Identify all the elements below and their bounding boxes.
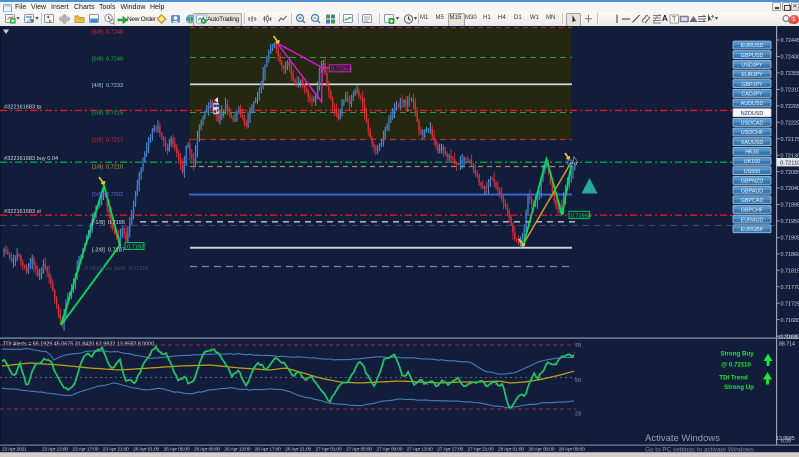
svg-text:#322161683 tp: #322161683 tp	[4, 105, 41, 111]
svg-text:GBPAUD: GBPAUD	[741, 188, 763, 194]
svg-text:[5/8] 0.7240: [5/8] 0.7240	[92, 57, 123, 63]
svg-text:0.72364: 0.72364	[331, 67, 351, 73]
svg-text:GBPCHF: GBPCHF	[741, 208, 764, 214]
svg-text:EURJPY: EURJPY	[741, 72, 763, 78]
svg-text:CADJPY: CADJPY	[741, 92, 763, 98]
svg-text:0.72445: 0.72445	[781, 38, 799, 44]
svg-text:23: 23	[575, 412, 581, 418]
svg-text:0.72040: 0.72040	[781, 186, 799, 192]
svg-text:[2/8] 0.7217: [2/8] 0.7217	[92, 138, 123, 144]
svg-text:0.7197: 0.7197	[127, 244, 144, 250]
svg-text:0.71958: 0.71958	[571, 213, 591, 219]
svg-text:78: 78	[575, 343, 581, 349]
svg-text:0.72110: 0.72110	[780, 161, 799, 167]
svg-text:0.71725: 0.71725	[781, 301, 799, 307]
svg-text:0.78 Figure (bell) 0.71816: 0.78 Figure (bell) 0.71816	[85, 266, 148, 272]
svg-text:0.72400: 0.72400	[781, 55, 799, 61]
svg-text:#322161683 buy 0.04: #322161683 buy 0.04	[4, 156, 58, 162]
svg-text:[4/8] 0.7233: [4/8] 0.7233	[92, 83, 123, 89]
svg-text:T: T	[672, 17, 677, 24]
svg-text:Strong Up: Strong Up	[724, 384, 754, 391]
svg-text:0.71860: 0.71860	[781, 252, 799, 258]
svg-text:AUDUSD: AUDUSD	[741, 101, 764, 107]
svg-text:0.71815: 0.71815	[781, 269, 799, 275]
svg-text:TDI Trend: TDI Trend	[719, 375, 748, 382]
svg-text:EURGBP: EURGBP	[741, 227, 764, 233]
svg-text:GBPNZD: GBPNZD	[741, 179, 764, 185]
svg-text:UK100: UK100	[744, 159, 760, 165]
svg-text:0.72265: 0.72265	[781, 104, 799, 110]
svg-text:[0/8] 0.7202: [0/8] 0.7202	[92, 192, 123, 198]
svg-text:GBPJPY: GBPJPY	[741, 82, 763, 88]
svg-text:USDCAD: USDCAD	[741, 121, 764, 127]
svg-text:[1/8] 0.7210: [1/8] 0.7210	[92, 165, 123, 171]
svg-text:[3/8] 0.7225: [3/8] 0.7225	[92, 111, 123, 117]
svg-text:USDCHF: USDCHF	[741, 130, 764, 136]
svg-text:50: 50	[575, 378, 581, 384]
svg-text:[-2/8] 0.7187: [-2/8] 0.7187	[92, 248, 125, 254]
svg-text:0.72085: 0.72085	[781, 170, 799, 176]
svg-text:0.71635: 0.71635	[779, 335, 798, 341]
svg-text:GBPUSD: GBPUSD	[741, 53, 764, 59]
svg-text:0.71770: 0.71770	[781, 285, 799, 291]
svg-text:XAUUSD: XAUUSD	[741, 140, 764, 146]
svg-text:GBPCAD: GBPCAD	[741, 198, 764, 204]
svg-text:0.72355: 0.72355	[781, 71, 799, 77]
svg-text:@ 0.72110: @ 0.72110	[721, 362, 751, 369]
svg-text:Strong Buy: Strong Buy	[720, 351, 754, 358]
svg-text:EURUSD: EURUSD	[741, 43, 764, 49]
svg-text:EURAUD: EURAUD	[741, 217, 764, 223]
svg-text:#322161683 sl: #322161683 sl	[4, 209, 41, 215]
svg-text:USDJPY: USDJPY	[741, 63, 763, 69]
svg-text:0.71950: 0.71950	[781, 219, 799, 225]
svg-text:0.72175: 0.72175	[781, 137, 799, 143]
svg-text:Activate Windows: Activate Windows	[645, 433, 720, 444]
svg-text:0.71995: 0.71995	[781, 203, 799, 209]
svg-text:US500: US500	[744, 169, 760, 175]
svg-text:[-1/8] 0.7195: [-1/8] 0.7195	[92, 220, 125, 226]
svg-text:0.71680: 0.71680	[781, 318, 799, 324]
svg-text:HK30: HK30	[745, 150, 759, 156]
svg-text:8.05: 8.05	[781, 439, 791, 445]
svg-text:NZDUSD: NZDUSD	[741, 111, 764, 117]
svg-text:88.714: 88.714	[779, 342, 795, 348]
svg-text:0.71905: 0.71905	[781, 236, 799, 242]
svg-text:[6/8] 0.7248: [6/8] 0.7248	[92, 30, 123, 36]
svg-text:0.72220: 0.72220	[781, 121, 799, 127]
svg-text:0.72310: 0.72310	[781, 88, 799, 94]
